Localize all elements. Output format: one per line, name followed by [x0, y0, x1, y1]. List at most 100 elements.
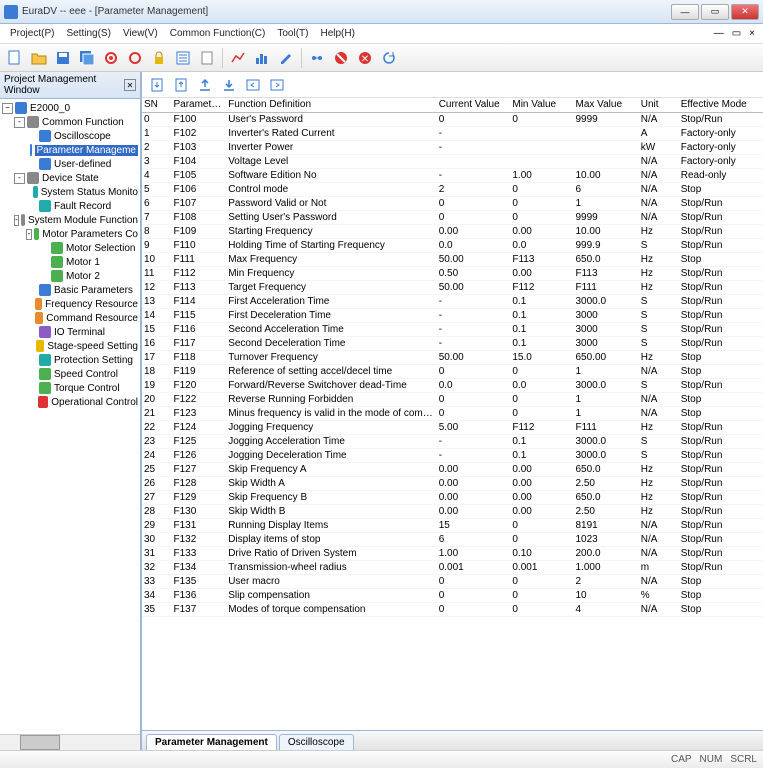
table-cell[interactable]: A [639, 126, 679, 140]
table-row[interactable]: 33F135User macro002N/AStop [142, 574, 763, 588]
table-cell[interactable]: 0.1 [510, 308, 573, 322]
table-cell[interactable]: Stop/Run [679, 504, 763, 518]
expand-icon[interactable]: - [14, 215, 19, 226]
upload-button[interactable] [194, 74, 216, 96]
table-cell[interactable]: 0 [510, 210, 573, 224]
table-cell[interactable]: N/A [639, 602, 679, 616]
table-cell[interactable]: Stop/Run [679, 224, 763, 238]
table-cell[interactable]: 3 [142, 154, 171, 168]
table-cell[interactable]: 33 [142, 574, 171, 588]
table-cell[interactable]: Inverter Power [226, 140, 437, 154]
table-cell[interactable]: 0.00 [510, 224, 573, 238]
table-cell[interactable]: 0 [510, 406, 573, 420]
table-cell[interactable]: N/A [639, 182, 679, 196]
table-cell[interactable]: 3000 [574, 336, 639, 350]
tree-node[interactable]: Motor 1 [2, 255, 138, 269]
table-cell[interactable]: 7 [142, 210, 171, 224]
tree-root[interactable]: − E2000_0 [2, 101, 138, 115]
table-cell[interactable]: 1 [142, 126, 171, 140]
table-cell[interactable]: - [437, 168, 511, 182]
tree-node[interactable]: Fault Record [2, 199, 138, 213]
list-button[interactable] [172, 47, 194, 69]
table-cell[interactable]: 18 [142, 364, 171, 378]
table-cell[interactable]: 2 [574, 574, 639, 588]
table-cell[interactable]: N/A [639, 532, 679, 546]
table-cell[interactable]: Stop/Run [679, 336, 763, 350]
table-cell[interactable]: Stop/Run [679, 420, 763, 434]
table-cell[interactable]: 0.00 [510, 266, 573, 280]
stop-button[interactable] [330, 47, 352, 69]
table-cell[interactable]: 0.00 [437, 490, 511, 504]
table-cell[interactable]: 0 [437, 112, 511, 126]
table-cell[interactable]: 0 [437, 196, 511, 210]
table-cell[interactable] [574, 140, 639, 154]
table-cell[interactable]: F105 [171, 168, 226, 182]
tree-node[interactable]: Operational Control [2, 395, 138, 409]
table-cell[interactable]: F112 [510, 280, 573, 294]
table-cell[interactable]: Display items of stop [226, 532, 437, 546]
table-cell[interactable]: Stop/Run [679, 308, 763, 322]
table-cell[interactable]: 24 [142, 448, 171, 462]
grid-header[interactable]: Parameters [171, 98, 226, 112]
table-cell[interactable]: 0 [510, 364, 573, 378]
table-cell[interactable]: 30 [142, 532, 171, 546]
table-cell[interactable]: 10.00 [574, 224, 639, 238]
tree-node[interactable]: System Status Monito [2, 185, 138, 199]
tab-oscilloscope[interactable]: Oscilloscope [279, 734, 354, 750]
table-cell[interactable]: Skip Width B [226, 504, 437, 518]
next-button[interactable] [266, 74, 288, 96]
table-cell[interactable]: - [437, 308, 511, 322]
table-cell[interactable]: User macro [226, 574, 437, 588]
table-cell[interactable]: Stop/Run [679, 434, 763, 448]
grid-header[interactable]: Max Value [574, 98, 639, 112]
table-cell[interactable]: 0 [510, 182, 573, 196]
table-cell[interactable]: S [639, 434, 679, 448]
table-cell[interactable]: 34 [142, 588, 171, 602]
tree-node[interactable]: Basic Parameters [2, 283, 138, 297]
table-cell[interactable]: N/A [639, 168, 679, 182]
table-row[interactable]: 21F123Minus frequency is valid in the mo… [142, 406, 763, 420]
table-row[interactable]: 26F128Skip Width A0.000.002.50HzStop/Run [142, 476, 763, 490]
table-cell[interactable]: F129 [171, 490, 226, 504]
table-cell[interactable]: 0.00 [437, 476, 511, 490]
table-cell[interactable]: S [639, 448, 679, 462]
grid-header[interactable]: Min Value [510, 98, 573, 112]
table-cell[interactable]: 32 [142, 560, 171, 574]
table-cell[interactable]: Jogging Frequency [226, 420, 437, 434]
table-row[interactable]: 4F105Software Edition No-1.0010.00N/ARea… [142, 168, 763, 182]
table-cell[interactable]: Hz [639, 266, 679, 280]
table-cell[interactable]: 9 [142, 238, 171, 252]
table-cell[interactable]: F103 [171, 140, 226, 154]
tree-node[interactable]: Motor Selection [2, 241, 138, 255]
table-cell[interactable]: 0.1 [510, 294, 573, 308]
table-cell[interactable]: Stop/Run [679, 532, 763, 546]
settings-2-button[interactable] [124, 47, 146, 69]
table-cell[interactable]: 2.50 [574, 476, 639, 490]
table-cell[interactable]: 0.0 [437, 238, 511, 252]
table-cell[interactable]: Stop/Run [679, 294, 763, 308]
table-cell[interactable]: Stop/Run [679, 322, 763, 336]
table-cell[interactable]: F116 [171, 322, 226, 336]
table-cell[interactable]: m [639, 560, 679, 574]
table-cell[interactable]: Software Edition No [226, 168, 437, 182]
table-cell[interactable]: 2 [437, 182, 511, 196]
table-cell[interactable]: N/A [639, 112, 679, 126]
table-cell[interactable]: Stop/Run [679, 448, 763, 462]
error-button[interactable]: ✕ [354, 47, 376, 69]
table-cell[interactable]: 3000.0 [574, 448, 639, 462]
mdi-restore[interactable]: ▭ [728, 28, 745, 39]
table-cell[interactable]: F128 [171, 476, 226, 490]
tree-node[interactable]: IO Terminal [2, 325, 138, 339]
tree-node[interactable]: Torque Control [2, 381, 138, 395]
table-cell[interactable]: Stop [679, 406, 763, 420]
table-cell[interactable]: 19 [142, 378, 171, 392]
table-cell[interactable]: F133 [171, 546, 226, 560]
table-cell[interactable]: F132 [171, 532, 226, 546]
table-row[interactable]: 16F117Second Deceleration Time-0.13000SS… [142, 336, 763, 350]
table-cell[interactable]: 28 [142, 504, 171, 518]
table-cell[interactable]: 50.00 [437, 350, 511, 364]
save-all-button[interactable] [76, 47, 98, 69]
table-cell[interactable]: N/A [639, 154, 679, 168]
table-cell[interactable]: Starting Frequency [226, 224, 437, 238]
table-cell[interactable]: 0 [510, 112, 573, 126]
